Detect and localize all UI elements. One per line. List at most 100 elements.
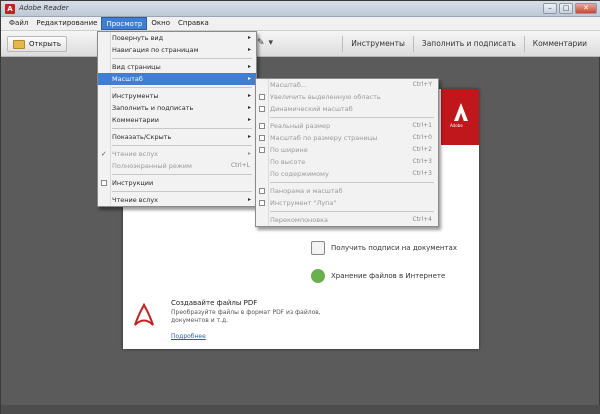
menu-separator bbox=[112, 87, 252, 88]
fill-sign-pane-button[interactable]: Заполнить и подписать bbox=[412, 36, 524, 52]
get-signatures-label: Получить подписи на документах bbox=[331, 244, 457, 252]
chevron-right-icon: ▸ bbox=[247, 63, 251, 70]
adobe-tagline: Adobe bbox=[450, 123, 463, 128]
zoom-menu-item[interactable]: По высоте Ctrl+3 bbox=[256, 156, 438, 168]
zoom-menu-item[interactable]: Масштаб по размеру страницы Ctrl+0 bbox=[256, 132, 438, 144]
view-menu-item[interactable]: Чтение вслух ▸ bbox=[98, 194, 256, 206]
view-menu-item[interactable]: Заполнить и подписать ▸ bbox=[98, 102, 256, 114]
promo-more-link[interactable]: Подробнее bbox=[171, 333, 206, 340]
zoom-menu-item[interactable]: Инструмент "Лупа" bbox=[256, 197, 438, 209]
view-menu-item[interactable]: Инструменты ▸ bbox=[98, 90, 256, 102]
zoom-menu-item-label: Реальный размер bbox=[270, 122, 331, 130]
view-menu-item-label: Комментарии bbox=[112, 116, 159, 124]
menu-view[interactable]: Просмотр bbox=[101, 17, 148, 30]
view-menu-item[interactable]: Масштаб ▸ bbox=[98, 73, 256, 85]
close-button[interactable]: ✕ bbox=[575, 3, 597, 14]
chevron-right-icon: ▸ bbox=[247, 34, 251, 41]
view-menu-item-label: Инструменты bbox=[112, 92, 159, 100]
zoom-menu-item[interactable]: Перекомпоновка Ctrl+4 bbox=[256, 214, 438, 226]
view-menu-item[interactable]: Комментарии ▸ bbox=[98, 114, 256, 126]
folder-icon bbox=[13, 39, 25, 49]
minimize-button[interactable]: – bbox=[543, 3, 557, 14]
create-pdf-promo: Создавайте файлы PDF Преобразуйте файлы … bbox=[133, 297, 343, 343]
zoom-menu-item-label: Увеличить выделенную область bbox=[270, 93, 381, 101]
zoom-menu-item[interactable]: Динамический масштаб bbox=[256, 103, 438, 115]
view-menu-item-label: Заполнить и подписать bbox=[112, 104, 194, 112]
title-bar: A Adobe Reader – □ ✕ bbox=[1, 1, 600, 17]
menu-window[interactable]: Окно bbox=[147, 17, 174, 30]
zoom-menu-item[interactable]: По ширине Ctrl+2 bbox=[256, 144, 438, 156]
maximize-button[interactable]: □ bbox=[559, 3, 573, 14]
menu-item-icon bbox=[259, 94, 265, 100]
zoom-menu-item-label: Панорама и масштаб bbox=[270, 187, 343, 195]
pdf-icon bbox=[134, 303, 154, 326]
pencil-icon[interactable]: ✎ bbox=[257, 38, 265, 48]
menu-separator bbox=[112, 58, 252, 59]
view-menu-item-label: Масштаб bbox=[112, 75, 143, 83]
chevron-right-icon: ▸ bbox=[247, 150, 251, 157]
open-button[interactable]: Открыть bbox=[7, 36, 67, 52]
zoom-menu-item[interactable]: Масштаб... Ctrl+Y bbox=[256, 79, 438, 91]
menu-shortcut: Ctrl+3 bbox=[412, 170, 432, 177]
online-storage-label: Хранение файлов в Интернете bbox=[331, 272, 446, 280]
menu-item-icon bbox=[259, 200, 265, 206]
zoom-menu-item-label: По высоте bbox=[270, 158, 306, 166]
view-dropdown-menu: Повернуть вид ▸ Навигация по страницам ▸ Вид… bbox=[97, 31, 257, 207]
zoom-menu-item[interactable]: Панорама и масштаб bbox=[256, 185, 438, 197]
view-menu-item[interactable]: Инструкции bbox=[98, 177, 256, 189]
menu-shortcut: Ctrl+1 bbox=[412, 122, 432, 129]
chevron-down-icon[interactable]: ▾ bbox=[269, 38, 274, 48]
adobe-banner: Adobe bbox=[441, 89, 479, 145]
view-menu-item-label: Полноэкранный режим bbox=[112, 162, 192, 170]
view-menu-item-label: Инструкции bbox=[112, 179, 154, 187]
view-menu-item[interactable]: Вид страницы ▸ bbox=[98, 61, 256, 73]
online-storage-action[interactable]: Хранение файлов в Интернете bbox=[311, 269, 445, 283]
view-menu-item[interactable]: ✓ Чтение вслух ▸ bbox=[98, 148, 256, 160]
view-menu-item-label: Вид страницы bbox=[112, 63, 161, 71]
menu-separator bbox=[270, 117, 434, 118]
app-window: A Adobe Reader – □ ✕ Файл Редактирование… bbox=[0, 0, 600, 414]
adobe-reader-icon: A bbox=[5, 4, 15, 14]
menu-shortcut: Ctrl+3 bbox=[412, 158, 432, 165]
zoom-submenu: Масштаб... Ctrl+Y Увеличить выделенную обл… bbox=[255, 78, 439, 227]
menu-file[interactable]: Файл bbox=[5, 17, 32, 30]
view-menu-item[interactable]: Навигация по страницам ▸ bbox=[98, 44, 256, 56]
view-menu-item-label: Чтение вслух bbox=[112, 150, 159, 158]
zoom-menu-item-label: Инструмент "Лупа" bbox=[270, 199, 337, 207]
view-menu-item[interactable]: Показать/Скрыть ▸ bbox=[98, 131, 256, 143]
menu-shortcut: Ctrl+0 bbox=[412, 134, 432, 141]
zoom-menu-item[interactable]: Реальный размер Ctrl+1 bbox=[256, 120, 438, 132]
get-signatures-action[interactable]: Получить подписи на документах bbox=[311, 241, 457, 255]
adobe-logo-icon bbox=[454, 103, 468, 121]
zoom-menu-item-label: Масштаб по размеру страницы bbox=[270, 134, 378, 142]
menu-item-icon bbox=[259, 106, 265, 112]
menu-separator bbox=[112, 145, 252, 146]
window-title: Adobe Reader bbox=[19, 4, 69, 12]
zoom-menu-item-label: По содержимому bbox=[270, 170, 329, 178]
view-menu-item-label: Показать/Скрыть bbox=[112, 133, 172, 141]
zoom-menu-item[interactable]: Увеличить выделенную область bbox=[256, 91, 438, 103]
zoom-menu-item-label: Динамический масштаб bbox=[270, 105, 353, 113]
cloud-icon bbox=[311, 269, 325, 283]
promo-text: Преобразуйте файлы в формат PDF из файло… bbox=[171, 309, 321, 324]
chevron-right-icon: ▸ bbox=[247, 104, 251, 111]
chevron-right-icon: ▸ bbox=[247, 133, 251, 140]
menu-edit[interactable]: Редактирование bbox=[32, 17, 101, 30]
view-menu-item[interactable]: Повернуть вид ▸ bbox=[98, 32, 256, 44]
chevron-right-icon: ▸ bbox=[247, 92, 251, 99]
open-label: Открыть bbox=[29, 40, 61, 48]
sign-icon bbox=[311, 241, 325, 255]
menu-item-icon bbox=[259, 147, 265, 153]
menu-separator bbox=[270, 182, 434, 183]
menu-separator bbox=[112, 128, 252, 129]
zoom-menu-item-label: По ширине bbox=[270, 146, 308, 154]
menu-help[interactable]: Справка bbox=[174, 17, 213, 30]
chevron-right-icon: ▸ bbox=[247, 116, 251, 123]
zoom-menu-item-label: Перекомпоновка bbox=[270, 216, 329, 224]
chevron-right-icon: ▸ bbox=[247, 196, 251, 203]
zoom-menu-item[interactable]: По содержимому Ctrl+3 bbox=[256, 168, 438, 180]
comments-pane-button[interactable]: Комментарии bbox=[523, 36, 595, 52]
menu-bar: Файл Редактирование Просмотр Окно Справк… bbox=[1, 17, 600, 31]
tools-pane-button[interactable]: Инструменты bbox=[342, 36, 413, 52]
view-menu-item[interactable]: Полноэкранный режим Ctrl+L bbox=[98, 160, 256, 172]
